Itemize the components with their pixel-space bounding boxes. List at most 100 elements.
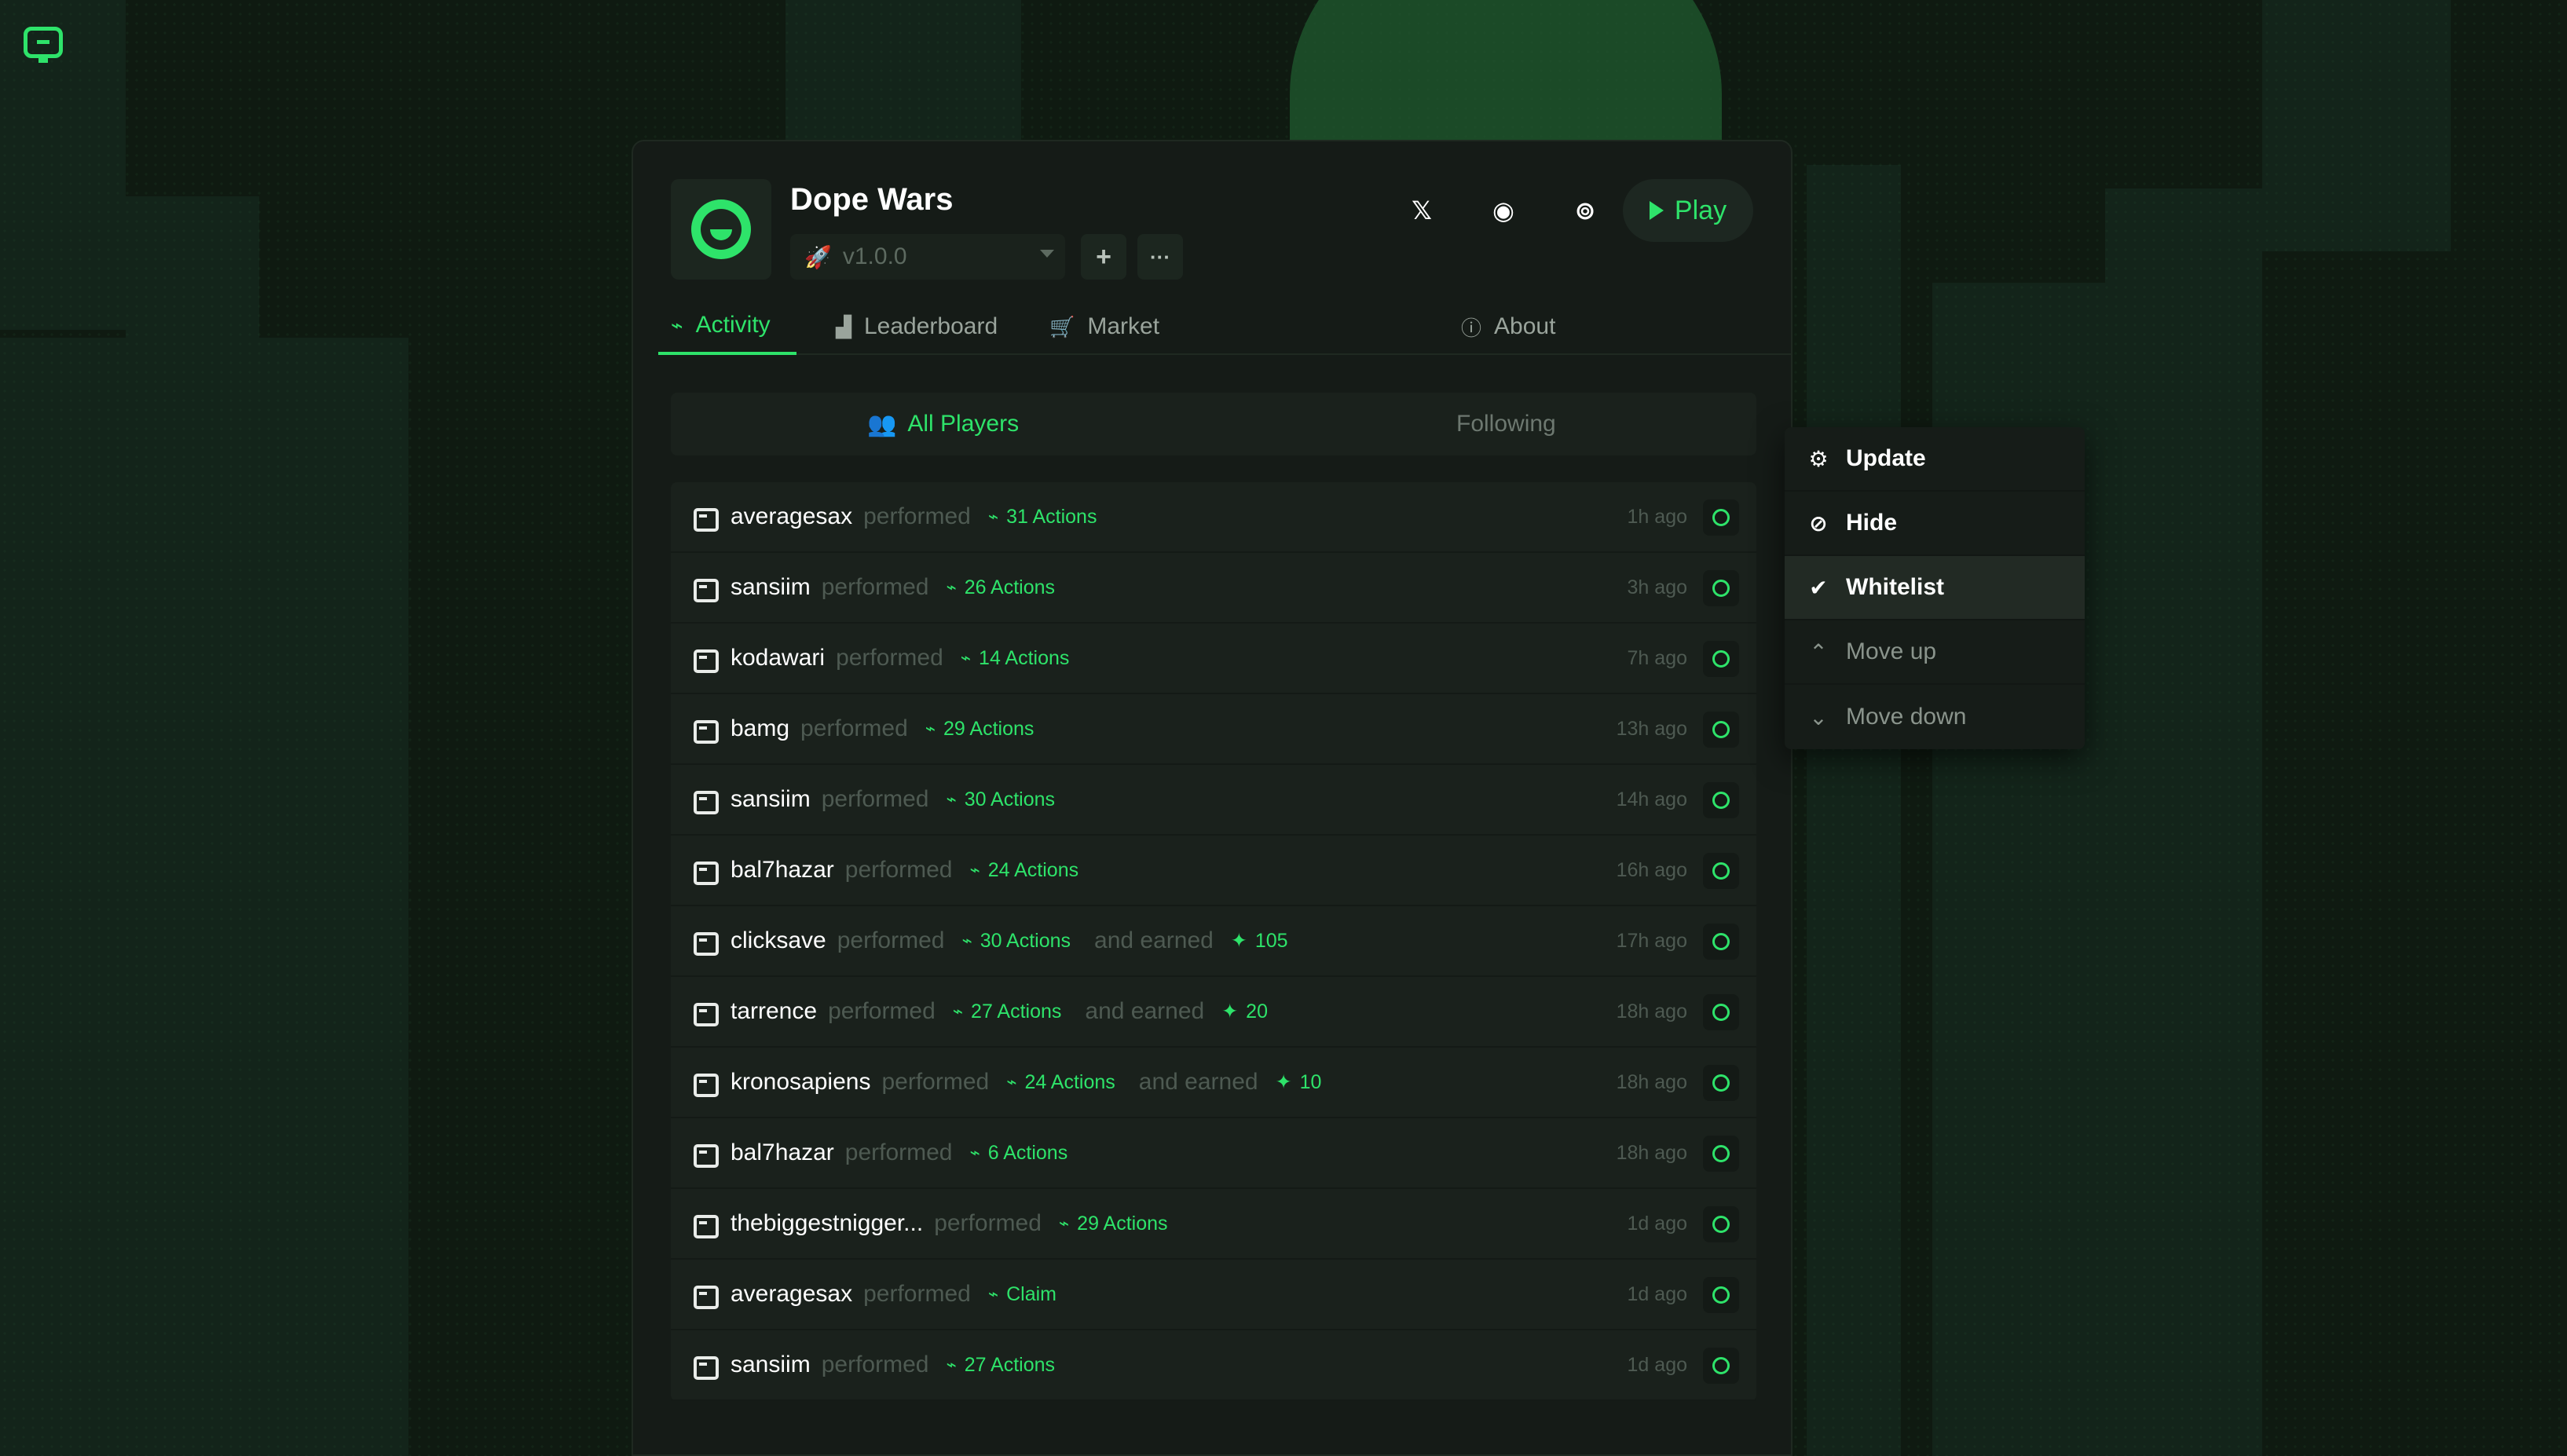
verb-label: performed	[881, 1069, 990, 1095]
actions-badge: ⌁ 24 Actions	[1006, 1071, 1115, 1094]
game-badge-icon	[1703, 1065, 1739, 1101]
player-avatar-icon	[691, 505, 719, 532]
player-name[interactable]: bal7hazar	[731, 857, 834, 883]
activity-row[interactable]: sansiim performed ⌁ 27 Actions 1d ago	[671, 1330, 1756, 1401]
menu-item-move-down[interactable]: ⌄ Move down	[1785, 685, 2085, 749]
game-badge-icon	[1703, 1136, 1739, 1172]
more-options-button[interactable]: ···	[1137, 234, 1183, 280]
player-avatar-icon	[691, 646, 719, 673]
activity-icon: ⌁	[946, 1355, 957, 1374]
activity-icon: ⌁	[671, 313, 683, 337]
all-players-tab[interactable]: 👥 All Players	[867, 393, 1019, 455]
x-button[interactable]: 𝕏	[1390, 179, 1453, 242]
tab-market[interactable]: 🛒 Market	[1049, 298, 1159, 355]
activity-icon: ⌁	[987, 1284, 999, 1304]
game-badge-icon	[1703, 1277, 1739, 1313]
github-icon: ⊚	[1574, 196, 1596, 225]
activity-row[interactable]: kodawari performed ⌁ 14 Actions 7h ago	[671, 624, 1756, 694]
player-name[interactable]: bamg	[731, 715, 789, 742]
activity-row[interactable]: bamg performed ⌁ 29 Actions 13h ago	[671, 694, 1756, 765]
activity-row[interactable]: kronosapiens performed ⌁ 24 Actions and earn…	[671, 1048, 1756, 1118]
player-name[interactable]: averagesax	[731, 1281, 852, 1308]
activity-row[interactable]: sansiim performed ⌁ 30 Actions 14h ago	[671, 765, 1756, 836]
play-button[interactable]: Play	[1623, 179, 1753, 242]
actions-count: 24 Actions	[1024, 1070, 1115, 1093]
player-name[interactable]: thebiggestnigger...	[731, 1210, 923, 1237]
activity-row[interactable]: clicksave performed ⌁ 30 Actions and earned ✦…	[671, 906, 1756, 977]
version-select[interactable]: 🚀 v1.0.0	[790, 234, 1065, 280]
tab-label: Activity	[695, 312, 771, 338]
actions-badge: ⌁ 31 Actions	[988, 506, 1097, 529]
game-badge-icon	[1703, 570, 1739, 606]
earned-badge: ✦ 105	[1231, 929, 1288, 953]
add-button[interactable]: +	[1081, 234, 1126, 280]
actions-count: Claim	[1006, 1282, 1056, 1305]
activity-row[interactable]: bal7hazar performed ⌁ 24 Actions 16h ago	[671, 836, 1756, 906]
player-name[interactable]: sansiim	[731, 786, 811, 813]
github-button[interactable]: ⊚	[1554, 179, 1617, 242]
activity-row[interactable]: bal7hazar performed ⌁ 6 Actions 18h ago	[671, 1118, 1756, 1189]
x-icon: 𝕏	[1412, 196, 1432, 225]
tab-leaderboard[interactable]: ▟ Leaderboard	[836, 298, 998, 355]
activity-row[interactable]: thebiggestnigger... performed ⌁ 29 Actions 1…	[671, 1189, 1756, 1260]
activity-row[interactable]: sansiim performed ⌁ 26 Actions 3h ago	[671, 553, 1756, 624]
more-options-menu: ⚙ Update ⊘ Hide ✔ Whitelist ⌃ Move up ⌄ …	[1785, 427, 2085, 749]
player-name[interactable]: kodawari	[731, 645, 825, 671]
actions-count: 6 Actions	[987, 1141, 1068, 1164]
tab-label: About	[1494, 313, 1556, 339]
actions-count: 27 Actions	[964, 1353, 1056, 1376]
earned-points: 10	[1299, 1070, 1322, 1093]
activity-icon: ⌁	[952, 1001, 964, 1021]
timestamp: 3h ago	[1627, 576, 1687, 598]
activity-icon: ⌁	[960, 648, 972, 668]
menu-item-move-up[interactable]: ⌃ Move up	[1785, 620, 2085, 685]
tab-label: Leaderboard	[864, 313, 998, 339]
player-avatar-icon	[691, 1282, 719, 1309]
app-logo-icon[interactable]	[24, 27, 63, 63]
activity-icon: ⌁	[925, 719, 936, 738]
player-name[interactable]: sansiim	[731, 574, 811, 601]
discord-icon: ◉	[1492, 196, 1514, 225]
activity-icon: ⌁	[1006, 1072, 1017, 1092]
tab-activity[interactable]: ⌁ Activity	[658, 298, 796, 355]
game-badge-icon	[1703, 782, 1739, 818]
timestamp: 1d ago	[1627, 1353, 1687, 1376]
activity-row[interactable]: averagesax performed ⌁ 31 Actions 1h ago	[671, 482, 1756, 553]
following-tab[interactable]: Following	[1456, 393, 1556, 455]
discord-button[interactable]: ◉	[1472, 179, 1535, 242]
actions-count: 30 Actions	[980, 929, 1071, 952]
player-name[interactable]: clicksave	[731, 927, 826, 954]
version-label: v1.0.0	[842, 243, 907, 269]
activity-row[interactable]: averagesax performed ⌁ Claim 1d ago	[671, 1260, 1756, 1330]
activity-icon: ⌁	[987, 507, 999, 526]
player-name[interactable]: sansiim	[731, 1352, 811, 1378]
actions-count: 30 Actions	[964, 788, 1056, 810]
activity-icon: ⌁	[1058, 1213, 1070, 1233]
game-badge-icon	[1703, 712, 1739, 748]
player-avatar-icon	[691, 1353, 719, 1380]
tab-about[interactable]: ⓘ About	[1461, 298, 1555, 355]
menu-item-whitelist[interactable]: ✔ Whitelist	[1785, 556, 2085, 620]
activity-row[interactable]: tarrence performed ⌁ 27 Actions and earned ✦ 2…	[671, 977, 1756, 1048]
player-name[interactable]: averagesax	[731, 503, 852, 530]
menu-item-hide[interactable]: ⊘ Hide	[1785, 492, 2085, 556]
tab-label: Market	[1087, 313, 1160, 339]
player-name[interactable]: tarrence	[731, 998, 817, 1025]
eye-off-icon: ⊘	[1809, 510, 1828, 536]
info-icon: ⓘ	[1461, 316, 1482, 340]
verb-label: performed	[836, 645, 943, 671]
play-label: Play	[1674, 195, 1727, 225]
player-name[interactable]: kronosapiens	[731, 1069, 870, 1096]
player-name[interactable]: bal7hazar	[731, 1140, 834, 1166]
actions-count: 29 Actions	[1077, 1212, 1168, 1235]
rocket-icon: 🚀	[804, 244, 832, 269]
earned-badge: ✦ 20	[1221, 1000, 1268, 1023]
menu-item-label: Whitelist	[1846, 574, 1944, 600]
menu-item-update[interactable]: ⚙ Update	[1785, 427, 2085, 492]
actions-count: 24 Actions	[987, 858, 1079, 881]
actions-badge: ⌁ 24 Actions	[970, 859, 1079, 882]
actions-badge: ⌁ 26 Actions	[946, 576, 1055, 599]
earned-points: 20	[1246, 1000, 1268, 1022]
activity-icon: ⌁	[946, 789, 957, 809]
sparkle-icon: ✦	[1221, 1001, 1239, 1022]
